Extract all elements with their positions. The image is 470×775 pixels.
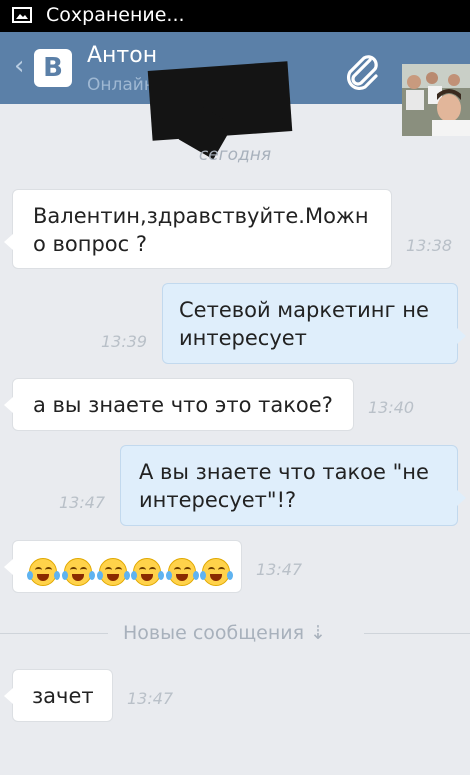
message-time: 13:47 xyxy=(59,493,106,512)
message-text: А вы знаете что такое "не интересует"!? xyxy=(139,458,429,514)
bubble-tail xyxy=(457,490,466,506)
bubble-tail xyxy=(4,688,13,704)
new-messages-divider: Новые сообщения ⇣ xyxy=(0,620,470,646)
laughing-crying-emoji-icon xyxy=(131,558,164,586)
message-bubble-incoming[interactable]: Валентин,здравствуйте.Можн о вопрос ? xyxy=(4,189,392,269)
laughing-crying-emoji-icon xyxy=(62,558,95,586)
message-bubble-incoming[interactable]: зачет xyxy=(4,669,113,722)
laughing-crying-emoji-icon xyxy=(166,558,199,586)
message-line: А вы знаете что такое "не xyxy=(139,460,429,484)
message-time: 13:47 xyxy=(127,689,174,708)
message-time: 13:47 xyxy=(256,560,303,579)
message-line: о вопрос ? xyxy=(33,232,148,256)
image-icon xyxy=(12,7,32,23)
message-text: Сетевой маркетинг не интересует xyxy=(179,296,429,352)
chat-header: ‹ В Антон Онлайн xyxy=(0,32,470,160)
bubble-tail xyxy=(4,397,13,413)
bubble-tail xyxy=(4,559,13,575)
status-bar: Сохранение... xyxy=(0,0,470,32)
message-text: Валентин,здравствуйте.Можн о вопрос ? xyxy=(33,202,369,258)
message-text: зачет xyxy=(32,684,94,708)
message-bubble-incoming[interactable] xyxy=(4,540,242,593)
message-time: 13:38 xyxy=(406,236,453,255)
date-separator: сегодня xyxy=(198,145,272,165)
status-text: Сохранение... xyxy=(46,4,185,26)
new-messages-label: Новые сообщения ⇣ xyxy=(123,622,326,644)
contact-name[interactable]: Антон xyxy=(87,43,157,69)
bubble-tail xyxy=(457,328,466,344)
message-line: Валентин,здравствуйте.Можн xyxy=(33,204,369,228)
laughing-crying-emoji-icon xyxy=(27,558,60,586)
message-line: интересует"!? xyxy=(139,488,297,512)
laughing-crying-emoji-icon xyxy=(200,558,233,586)
message-time: 13:39 xyxy=(101,332,148,351)
message-time: 13:40 xyxy=(368,398,415,417)
message-line: интересует xyxy=(179,326,307,350)
laughing-crying-emoji-icon xyxy=(97,558,130,586)
message-bubble-incoming[interactable]: а вы знаете что это такое? xyxy=(4,378,354,431)
contact-avatar[interactable] xyxy=(402,64,470,136)
vk-logo[interactable]: В xyxy=(34,49,72,87)
divider-line xyxy=(0,633,108,634)
message-line: Сетевой маркетинг не xyxy=(179,298,429,322)
message-text: а вы знаете что это такое? xyxy=(33,393,333,417)
divider-line xyxy=(364,633,470,634)
paperclip-icon[interactable] xyxy=(340,50,384,94)
message-bubble-outgoing[interactable]: Сетевой маркетинг не интересует xyxy=(162,283,466,364)
message-bubble-outgoing[interactable]: А вы знаете что такое "не интересует"!? xyxy=(120,445,466,526)
back-arrow-icon[interactable]: ‹ xyxy=(14,52,24,80)
bubble-tail xyxy=(4,234,13,250)
contact-status: Онлайн xyxy=(87,75,155,95)
